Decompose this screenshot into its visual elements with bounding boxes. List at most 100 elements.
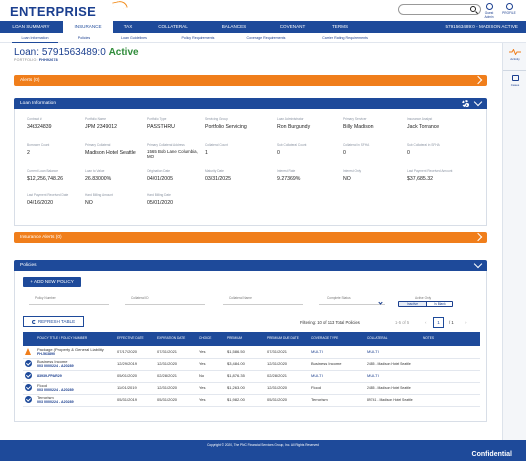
- toggle-option-inactive[interactable]: Inactive: [399, 302, 426, 306]
- nav-covenant[interactable]: COVENANT: [265, 21, 320, 33]
- filter-collateral-name-input[interactable]: [223, 304, 303, 305]
- portfolio-label: PORTFOLIO:: [14, 58, 38, 62]
- expiration-date: 07/31/2021: [155, 346, 197, 359]
- activity-label: Activity: [510, 57, 520, 61]
- notes: [421, 358, 480, 371]
- next-page-button[interactable]: ›: [465, 320, 467, 325]
- policies-table: POLICY TITLE / POLICY NUMBER EFFECTIVE D…: [23, 332, 480, 407]
- field-servicing-group: Servicing Group Portfolio Servicing: [205, 117, 247, 130]
- alerts-bar[interactable]: Alerts (0): [14, 75, 487, 86]
- nav-collateral[interactable]: COLLATERAL: [143, 21, 203, 33]
- policies-header: Policies: [14, 259, 487, 271]
- toggle-option-is-blank[interactable]: Is Blank: [426, 302, 453, 306]
- collateral[interactable]: MULTI: [365, 346, 421, 359]
- collateral[interactable]: MULTI: [365, 370, 421, 383]
- table-row[interactable]: Terrorism 003 0000224 - A20289 05/31/2019…: [23, 394, 480, 407]
- portfolio-value: FHH92678: [38, 58, 58, 62]
- policy-number-link[interactable]: FH-563890: [37, 352, 55, 356]
- filter-policy-number-input[interactable]: [29, 304, 109, 305]
- filtering-status: Filtering: 10 of 113 Total Policies: [300, 320, 360, 325]
- premium-due-date: 02/28/2021: [265, 370, 309, 383]
- subnav-policies[interactable]: Policies: [70, 34, 98, 43]
- chevron-right-icon[interactable]: [473, 75, 483, 85]
- coverage-type[interactable]: MULTI: [309, 370, 365, 383]
- field-loan-to-value: Loan to Value 26.83000%: [85, 169, 112, 182]
- coverage-type[interactable]: MULTI: [309, 346, 365, 359]
- expiration-date: 02/28/2021: [155, 370, 197, 383]
- field-current-loan-balance: Current Loan Balance $12,256,748.26: [27, 169, 64, 182]
- field-collateral-count: Collateral Count 1: [205, 143, 228, 156]
- col-effective-date[interactable]: EFFECTIVE DATE: [115, 332, 155, 346]
- table-row[interactable]: Package (Property & General Liability FH-…: [23, 346, 480, 359]
- chevron-right-icon[interactable]: [473, 232, 483, 242]
- user-name: Guest Admin: [484, 11, 494, 19]
- col-choice[interactable]: CHOICE: [197, 332, 225, 346]
- effective-date: 07/17/2020: [115, 346, 155, 359]
- footer: Copyright © 2020, The PNC Financial Serv…: [0, 440, 526, 461]
- policy-number-link[interactable]: 003 0000224 - A20289: [37, 400, 74, 404]
- field-primary-collateral: Primary Collateral Madison Hotel Seattle: [85, 143, 136, 156]
- policy-number-link[interactable]: 003 0000224 - A20289: [37, 364, 74, 368]
- check-circle-icon: [25, 383, 32, 391]
- chevron-down-icon[interactable]: [473, 259, 483, 269]
- page-number-input[interactable]: 1: [433, 317, 444, 328]
- choice: Yes: [197, 394, 225, 407]
- coverage-type: Terrorism: [309, 394, 365, 407]
- filter-active-only-label: Active Only: [415, 296, 432, 300]
- insurance-alerts-bar[interactable]: Insurance Alerts (0): [14, 232, 487, 243]
- subnav-loan-information[interactable]: Loan Information: [12, 34, 58, 43]
- field-portfolio-type: Portfolio Type PASSTHRU: [147, 117, 175, 130]
- table-row[interactable]: Business Income 003 0000224 - A20289 12/2…: [23, 358, 480, 371]
- premium: $1,586.50: [225, 346, 265, 359]
- prev-page-button[interactable]: ‹: [425, 320, 427, 325]
- col-premium[interactable]: PREMIUM: [225, 332, 265, 346]
- enterprise-logo[interactable]: ENTERPRISE: [10, 4, 96, 19]
- field-sub-collateral-in-sfha: Sub Collateral in SFHA 0: [407, 143, 440, 156]
- col-collateral[interactable]: COLLATERAL: [365, 332, 421, 346]
- premium: $1,263.00: [225, 382, 265, 395]
- premium-due-date: 12/31/2020: [265, 382, 309, 395]
- loan-information-header: Loan Information: [14, 97, 487, 109]
- alerts-label: Alerts (0): [20, 78, 40, 83]
- field-collateral-in-sfha: Collateral in SFHA 0: [343, 143, 370, 156]
- policy-number-link[interactable]: 83939-FPAR29: [37, 374, 62, 378]
- subnav-policy-requirements[interactable]: Policy Requirements: [172, 34, 224, 43]
- nav-tax[interactable]: TAX: [114, 21, 142, 33]
- nav-insurance[interactable]: INSURANCE: [63, 21, 113, 33]
- col-notes[interactable]: NOTES: [421, 332, 480, 346]
- policy-number-link[interactable]: 003 0000224 - A20289: [37, 388, 74, 392]
- active-only-toggle[interactable]: Inactive Is Blank: [398, 301, 453, 307]
- search-icon[interactable]: [470, 6, 476, 12]
- chevron-down-icon[interactable]: [473, 97, 483, 107]
- nav-terms[interactable]: TERMS: [321, 21, 359, 33]
- col-policy-title[interactable]: POLICY TITLE / POLICY NUMBER: [35, 332, 115, 346]
- search-input[interactable]: [398, 4, 481, 15]
- subnav-coverage-requirements[interactable]: Coverage Requirements: [236, 34, 296, 43]
- refresh-label: REFRESH TABLE: [37, 319, 76, 324]
- portfolio-line: PORTFOLIO: FHH92678: [14, 58, 58, 62]
- loan-information-title: Loan Information: [20, 101, 57, 106]
- policies-title: Policies: [20, 263, 37, 268]
- cases-button[interactable]: Cases: [503, 70, 526, 87]
- nav-loan-summary[interactable]: LOAN SUMMARY: [0, 21, 62, 33]
- table-row[interactable]: Flood 003 0000224 - A20289 11/01/2019 12/…: [23, 382, 480, 395]
- choice: Yes: [197, 346, 225, 359]
- gear-icon[interactable]: [462, 100, 469, 107]
- profile-menu[interactable]: PROFILE: [502, 3, 516, 15]
- user-menu[interactable]: Guest Admin: [482, 3, 496, 19]
- activity-button[interactable]: Activity: [503, 49, 526, 61]
- add-new-policy-button[interactable]: + ADD NEW POLICY: [23, 277, 81, 287]
- col-expiration-date[interactable]: EXPIRATION DATE: [155, 332, 197, 346]
- field-hard-billing-amount: Hard Billing Amount NO: [85, 193, 113, 206]
- col-premium-due-date[interactable]: PREMIUM DUE DATE: [265, 332, 309, 346]
- subnav-carrier-rating-requirements[interactable]: Carrier Rating Requirements: [310, 34, 380, 43]
- col-coverage-type[interactable]: COVERAGE TYPE: [309, 332, 365, 346]
- filter-collateral-id-input[interactable]: [125, 304, 205, 305]
- table-row[interactable]: 83939-FPAR29 05/01/2020 02/28/2021 No $1…: [23, 370, 480, 383]
- refresh-table-button[interactable]: REFRESH TABLE: [23, 316, 84, 327]
- collateral: 2485 - Madison Hotel Seattle: [365, 358, 421, 371]
- nav-balances[interactable]: BALANCES: [204, 21, 264, 33]
- premium: $1,982.00: [225, 394, 265, 407]
- subnav-loan-guidelines[interactable]: Loan Guidelines: [112, 34, 156, 43]
- filter-complete-status-select[interactable]: [319, 304, 385, 305]
